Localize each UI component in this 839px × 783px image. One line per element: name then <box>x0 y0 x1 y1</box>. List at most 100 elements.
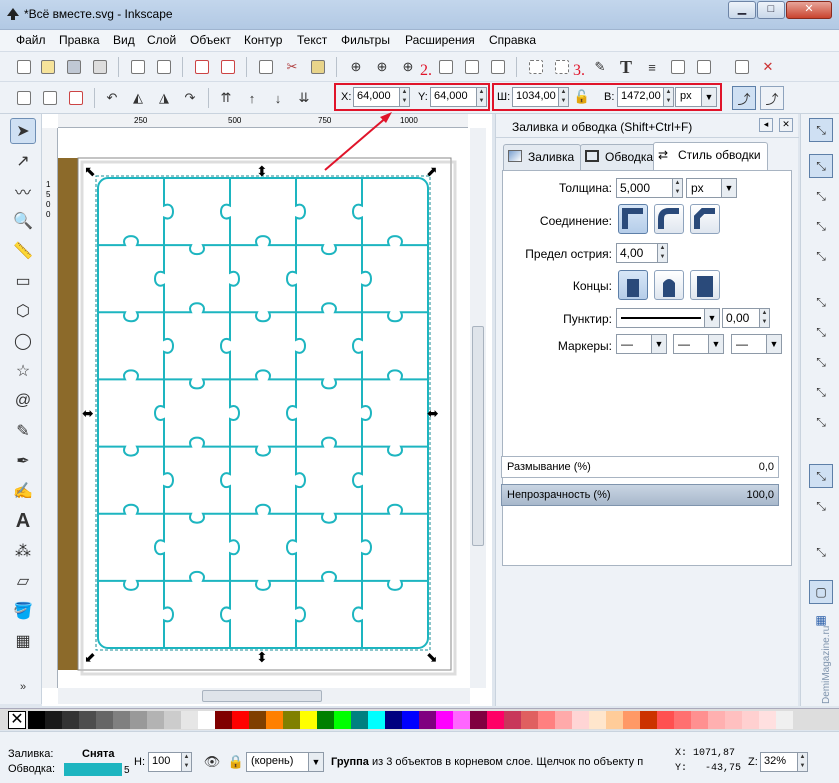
unit-dropdown-arrow[interactable]: ▼ <box>701 87 717 107</box>
cut-icon[interactable]: ✂ <box>282 57 302 77</box>
rotate-ccw-icon[interactable]: ↶ <box>102 88 122 108</box>
zoom-input[interactable]: 32% <box>760 752 798 772</box>
snap-bbox-corner-icon[interactable]: ⤡ <box>809 214 833 238</box>
snap-page-border-icon[interactable]: ▢ <box>809 580 833 604</box>
minimize-button[interactable]: ▁ <box>728 1 756 19</box>
zoom-spinner[interactable]: ▲ ▼ <box>797 752 808 772</box>
scale-corners-icon[interactable]: ⤴ <box>760 86 784 110</box>
zoom-page-icon[interactable]: ⊕ <box>398 57 418 77</box>
color-swatch[interactable] <box>317 711 334 729</box>
dash-pattern-arrow[interactable]: ▼ <box>704 308 720 328</box>
paste-icon[interactable] <box>308 57 328 77</box>
marker-mid-select[interactable]: — <box>673 334 711 354</box>
more-tools-icon[interactable]: » <box>10 674 36 700</box>
raise-icon[interactable]: ↑ <box>242 88 262 108</box>
color-swatch[interactable] <box>113 711 130 729</box>
snap-cusp-icon[interactable]: ⤡ <box>809 380 833 404</box>
marker-start-select[interactable]: — <box>616 334 654 354</box>
miter-limit-spinner[interactable]: ▲ ▼ <box>657 243 668 263</box>
3d-box-tool-icon[interactable]: ⬡ <box>10 298 36 324</box>
miter-limit-input[interactable]: 4,00 <box>616 243 658 263</box>
color-swatch[interactable] <box>28 711 45 729</box>
puzzle-group[interactable] <box>95 175 431 651</box>
group-icon[interactable] <box>526 57 546 77</box>
ellipse-tool-icon[interactable]: ◯ <box>10 328 36 354</box>
color-swatch[interactable] <box>742 711 759 729</box>
pencil-tool-icon[interactable]: ✎ <box>10 418 36 444</box>
menu-layer[interactable]: Слой <box>147 33 176 47</box>
snap-bbox-edge-icon[interactable]: ⤡ <box>809 184 833 208</box>
duplicate-icon[interactable] <box>436 57 456 77</box>
import-icon[interactable] <box>128 57 148 77</box>
pen-tool-icon[interactable]: ✒ <box>10 448 36 474</box>
snap-nodes-icon[interactable]: ⤡ <box>809 290 833 314</box>
menu-file[interactable]: Файл <box>16 33 46 47</box>
horizontal-scrollbar[interactable] <box>58 688 470 704</box>
vertical-scroll-thumb[interactable] <box>472 326 484 546</box>
spray-tool-icon[interactable]: ⁂ <box>10 538 36 564</box>
vertical-scrollbar[interactable] <box>470 128 486 688</box>
join-miter-button[interactable] <box>618 204 648 234</box>
measure-tool-icon[interactable]: 📏 <box>10 238 36 264</box>
color-swatch[interactable] <box>368 711 385 729</box>
color-swatch[interactable] <box>708 711 725 729</box>
color-swatch[interactable] <box>436 711 453 729</box>
color-swatch[interactable] <box>266 711 283 729</box>
width-input[interactable]: 1034,00 <box>512 87 559 107</box>
x-spinner[interactable]: ▲ ▼ <box>399 87 410 107</box>
fill-stroke-icon[interactable]: ✎ <box>590 57 610 77</box>
color-swatch[interactable] <box>79 711 96 729</box>
redo-icon[interactable] <box>218 57 238 77</box>
marker-end-arrow[interactable]: ▼ <box>766 334 782 354</box>
ungroup-icon[interactable] <box>552 57 572 77</box>
color-swatch[interactable] <box>62 711 79 729</box>
no-paint-swatch[interactable]: ✕ <box>8 711 26 729</box>
color-swatch[interactable] <box>589 711 606 729</box>
gradient-tool-icon[interactable]: ▦ <box>10 628 36 654</box>
y-spinner[interactable]: ▲ ▼ <box>476 87 487 107</box>
color-swatch[interactable] <box>402 711 419 729</box>
text-tool-icon[interactable]: A <box>10 508 36 534</box>
snap-bbox-midpoint-icon[interactable]: ⤡ <box>809 244 833 268</box>
stroke-color-swatch[interactable] <box>64 763 122 776</box>
zoom-selection-icon[interactable]: ⊕ <box>346 57 366 77</box>
color-swatch[interactable] <box>691 711 708 729</box>
calligraphy-tool-icon[interactable]: ✍ <box>10 478 36 504</box>
node-tool-icon[interactable]: ↗ <box>10 148 36 174</box>
preferences-icon[interactable] <box>732 57 752 77</box>
stroke-width-input[interactable]: 5,000 <box>616 178 673 198</box>
color-swatch[interactable] <box>249 711 266 729</box>
menu-help[interactable]: Справка <box>489 33 536 47</box>
open-file-icon[interactable] <box>38 57 58 77</box>
tab-stroke-style[interactable]: Стиль обводки <box>653 142 768 170</box>
color-swatch[interactable] <box>198 711 215 729</box>
join-bevel-button[interactable] <box>690 204 720 234</box>
color-swatch[interactable] <box>351 711 368 729</box>
snap-smooth-icon[interactable]: ⤡ <box>809 410 833 434</box>
tweak-tool-icon[interactable]: 〰 <box>10 178 36 204</box>
new-document-icon[interactable] <box>14 57 34 77</box>
snap-paths-icon[interactable]: ⤡ <box>809 320 833 344</box>
zoom-tool-icon[interactable]: 🔍 <box>10 208 36 234</box>
color-swatch[interactable] <box>181 711 198 729</box>
marker-mid-arrow[interactable]: ▼ <box>708 334 724 354</box>
save-icon[interactable] <box>64 57 84 77</box>
marker-end-select[interactable]: — <box>731 334 769 354</box>
stroke-unit-select[interactable]: px <box>686 178 724 198</box>
flip-vertical-icon[interactable]: ◮ <box>154 88 174 108</box>
opacity-slider[interactable]: Непрозрачность (%) 100,0 <box>501 484 779 506</box>
text-font-icon[interactable]: T <box>616 57 636 77</box>
snap-bbox-icon[interactable]: ⤡ <box>809 154 833 178</box>
lock-layer-icon[interactable]: 🔒 <box>226 752 246 772</box>
select-all-layers-icon[interactable] <box>40 88 60 108</box>
snap-intersections-icon[interactable]: ⤡ <box>809 350 833 374</box>
unlink-clone-icon[interactable] <box>488 57 508 77</box>
color-swatch[interactable] <box>96 711 113 729</box>
color-swatch[interactable] <box>300 711 317 729</box>
color-swatch[interactable] <box>419 711 436 729</box>
color-swatch[interactable] <box>334 711 351 729</box>
color-swatch[interactable] <box>147 711 164 729</box>
opacity-input-status[interactable]: 100 <box>148 752 182 772</box>
layer-select[interactable]: (корень) <box>246 752 312 772</box>
color-swatch[interactable] <box>487 711 504 729</box>
